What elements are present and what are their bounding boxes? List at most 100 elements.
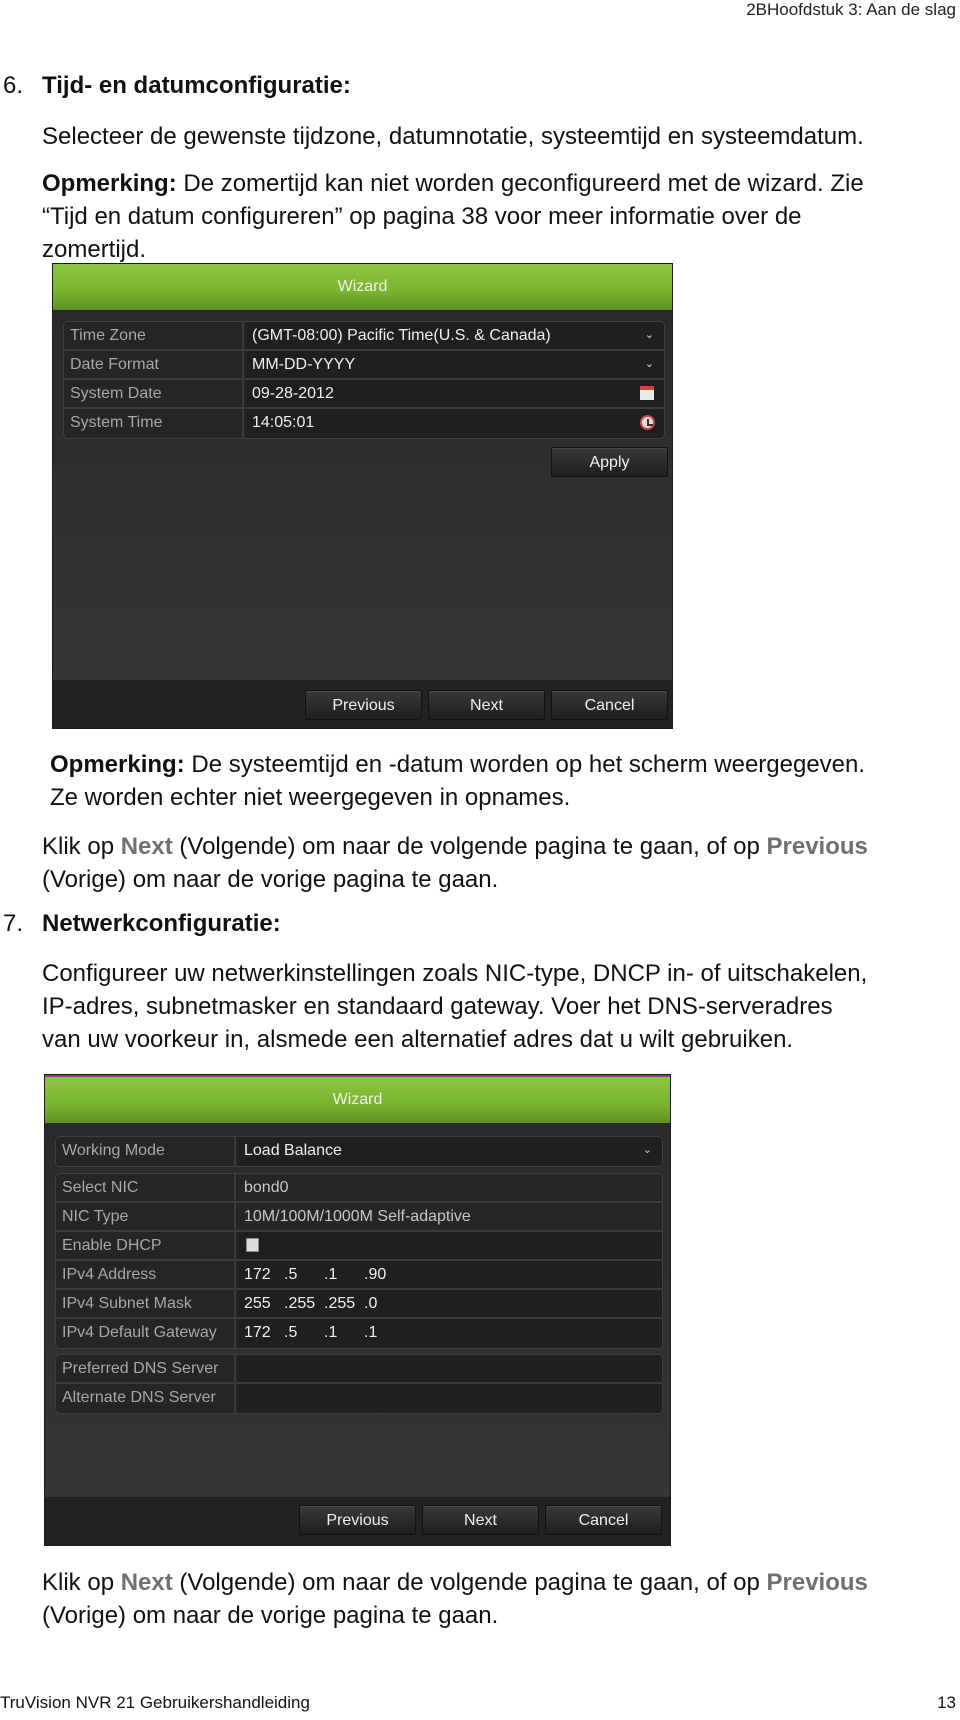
dns-settings-group: Preferred DNS Server Alternate DNS Serve…	[55, 1354, 663, 1414]
ipv4-subnet-row: IPv4 Subnet Mask 255.255.255.0	[56, 1290, 662, 1319]
select-nic-label: Select NIC	[56, 1174, 236, 1201]
time-date-wizard: Wizard Time Zone (GMT-08:00) Pacific Tim…	[53, 264, 672, 728]
nav-text: (Volgende) om naar de volgende pagina te…	[172, 833, 767, 860]
ip-octet[interactable]: 172	[244, 1319, 284, 1346]
note-paragraph: Opmerking: De systeemtijd en -datum word…	[50, 748, 865, 814]
time-zone-value: (GMT-08:00) Pacific Time(U.S. & Canada)	[252, 327, 551, 344]
preferred-dns-row: Preferred DNS Server	[56, 1355, 662, 1384]
ip-octet[interactable]: .1	[324, 1261, 364, 1288]
system-date-label: System Date	[64, 380, 244, 407]
ip-octet[interactable]: .5	[284, 1261, 324, 1288]
note-text: De systeemtijd en -datum worden op het s…	[184, 751, 866, 778]
note-text: zomertijd.	[42, 236, 147, 263]
ipv4-gateway-row: IPv4 Default Gateway 172.5.1.1	[56, 1319, 662, 1348]
ip-octet[interactable]: .0	[364, 1290, 404, 1317]
note-text: “Tijd en datum configureren” op pagina 3…	[42, 203, 802, 230]
footer-title: TruVision NVR 21 Gebruikershandleiding	[0, 1693, 310, 1712]
enable-dhcp-row: Enable DHCP	[56, 1232, 662, 1261]
nic-type-row: NIC Type 10M/100M/1000M Self-adaptive	[56, 1203, 662, 1232]
ip-octet[interactable]: .5	[284, 1319, 324, 1346]
enable-dhcp-checkbox[interactable]	[246, 1238, 259, 1252]
apply-button[interactable]: Apply	[551, 447, 668, 477]
clock-icon[interactable]	[640, 415, 655, 430]
alternate-dns-label: Alternate DNS Server	[56, 1384, 236, 1413]
step-heading: Tijd- en datumconfiguratie:	[42, 72, 351, 99]
next-button[interactable]: Next	[428, 690, 545, 720]
step-intro: Configureer uw netwerkinstellingen zoals…	[42, 957, 867, 1056]
navigation-instructions: Klik op Next (Volgende) om naar de volge…	[42, 1566, 960, 1632]
nav-text: Klik op	[42, 1569, 121, 1596]
ipv4-address-input[interactable]: 172.5.1.90	[238, 1261, 662, 1288]
cancel-button[interactable]: Cancel	[545, 1505, 662, 1535]
intro-text: Configureer uw netwerkinstellingen zoals…	[42, 960, 868, 987]
nav-text: (Vorige) om naar de vorige pagina te gaa…	[42, 866, 499, 893]
system-date-row: System Date 09-28-2012	[64, 380, 664, 409]
system-time-value: 14:05:01	[252, 414, 315, 431]
date-format-value: MM-DD-YYYY	[252, 356, 356, 373]
step-intro: Selecteer de gewenste tijdzone, datumnot…	[42, 123, 864, 150]
date-format-select[interactable]: MM-DD-YYYY ⌄	[246, 351, 664, 378]
time-zone-row: Time Zone (GMT-08:00) Pacific Time(U.S. …	[64, 322, 664, 351]
intro-text: IP-adres, subnetmasker en standaard gate…	[42, 993, 833, 1020]
nic-type-label: NIC Type	[56, 1203, 236, 1230]
ip-octet[interactable]: 255	[244, 1290, 284, 1317]
working-mode-label: Working Mode	[56, 1137, 236, 1166]
system-date-input[interactable]: 09-28-2012	[246, 380, 664, 407]
wizard-title: Wizard	[45, 1077, 670, 1123]
time-settings-group: Time Zone (GMT-08:00) Pacific Time(U.S. …	[63, 321, 665, 439]
next-reference: Next	[120, 1569, 173, 1596]
time-zone-label: Time Zone	[64, 322, 244, 349]
chevron-down-icon: ⌄	[644, 358, 654, 370]
alternate-dns-input[interactable]	[238, 1384, 662, 1413]
ip-octet[interactable]: 172	[244, 1261, 284, 1288]
ipv4-subnet-label: IPv4 Subnet Mask	[56, 1290, 236, 1317]
next-reference: Next	[120, 833, 173, 860]
ipv4-gateway-label: IPv4 Default Gateway	[56, 1319, 236, 1348]
ipv4-gateway-input[interactable]: 172.5.1.1	[238, 1319, 662, 1348]
ip-octet[interactable]: .1	[324, 1319, 364, 1346]
running-header: 2BHoofdstuk 3: Aan de slag	[746, 0, 956, 19]
working-mode-select[interactable]: Load Balance ⌄	[238, 1137, 662, 1166]
ipv4-address-label: IPv4 Address	[56, 1261, 236, 1288]
enable-dhcp-label: Enable DHCP	[56, 1232, 236, 1259]
cancel-button[interactable]: Cancel	[551, 690, 668, 720]
next-button[interactable]: Next	[422, 1505, 539, 1535]
working-mode-group: Working Mode Load Balance ⌄	[55, 1136, 663, 1167]
previous-button[interactable]: Previous	[299, 1505, 416, 1535]
nic-type-value: 10M/100M/1000M Self-adaptive	[238, 1203, 662, 1230]
system-time-input[interactable]: 14:05:01	[246, 409, 664, 438]
ipv4-address-row: IPv4 Address 172.5.1.90	[56, 1261, 662, 1290]
preferred-dns-label: Preferred DNS Server	[56, 1355, 236, 1382]
note-label: Opmerking:	[50, 751, 185, 778]
note-paragraph: Opmerking: De zomertijd kan niet worden …	[42, 167, 864, 266]
ipv4-subnet-input[interactable]: 255.255.255.0	[238, 1290, 662, 1317]
intro-text: van uw voorkeur in, alsmede een alternat…	[42, 1026, 794, 1053]
preferred-dns-input[interactable]	[238, 1355, 662, 1382]
ip-octet[interactable]: .90	[364, 1261, 404, 1288]
enable-dhcp-cell	[238, 1232, 662, 1259]
nic-settings-group: Select NIC bond0 NIC Type 10M/100M/1000M…	[55, 1173, 663, 1349]
ip-octet[interactable]: .255	[324, 1290, 364, 1317]
previous-button[interactable]: Previous	[305, 690, 422, 720]
step-heading: Netwerkconfiguratie:	[42, 910, 281, 937]
network-wizard: Wizard Working Mode Load Balance ⌄ Select…	[45, 1075, 670, 1545]
ip-octet[interactable]: .1	[364, 1319, 404, 1346]
note-label: Opmerking:	[42, 170, 177, 197]
date-format-label: Date Format	[64, 351, 244, 378]
nav-text: Klik op	[42, 833, 121, 860]
time-zone-select[interactable]: (GMT-08:00) Pacific Time(U.S. & Canada) ⌄	[246, 322, 664, 349]
select-nic-value: bond0	[238, 1174, 662, 1201]
ip-octet[interactable]: .255	[284, 1290, 324, 1317]
calendar-icon[interactable]	[640, 386, 654, 400]
system-time-row: System Time 14:05:01	[64, 409, 664, 438]
note-text: Ze worden echter niet weergegeven in opn…	[50, 784, 571, 811]
note-text: De zomertijd kan niet worden geconfigure…	[176, 170, 864, 197]
select-nic-row: Select NIC bond0	[56, 1174, 662, 1203]
page-number: 13	[937, 1693, 956, 1712]
alternate-dns-row: Alternate DNS Server	[56, 1384, 662, 1413]
system-date-value: 09-28-2012	[252, 385, 334, 402]
navigation-instructions: Klik op Next (Volgende) om naar de volge…	[42, 830, 960, 896]
nav-text: (Volgende) om naar de volgende pagina te…	[172, 1569, 767, 1596]
chevron-down-icon: ⌄	[644, 329, 654, 341]
previous-reference: Previous	[766, 833, 868, 860]
